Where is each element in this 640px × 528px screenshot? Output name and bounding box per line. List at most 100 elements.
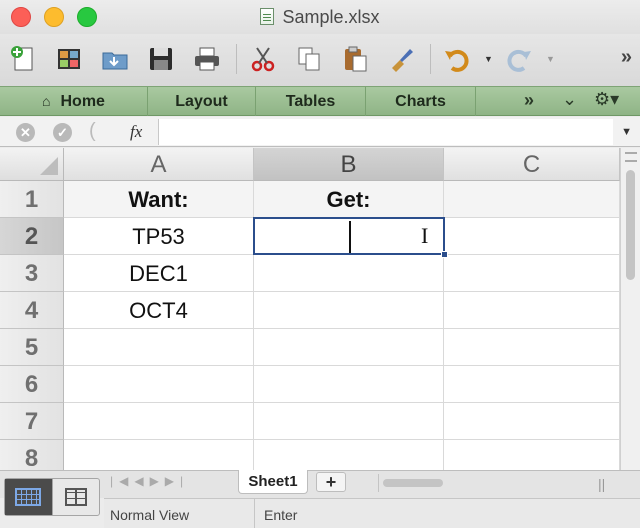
table-row: DEC1 [64, 255, 620, 292]
cell-b7[interactable] [254, 403, 444, 439]
cell-a1[interactable]: Want: [64, 181, 254, 217]
tab-charts[interactable]: Charts [366, 87, 476, 116]
cell-a3[interactable]: DEC1 [64, 255, 254, 291]
normal-view-grid-icon [15, 488, 42, 506]
undo-button[interactable] [440, 42, 474, 76]
table-row: OCT4 [64, 292, 620, 329]
normal-view-button[interactable] [5, 479, 53, 515]
redo-dropdown-caret[interactable]: ▼ [546, 54, 555, 64]
vertical-scrollbar[interactable] [620, 148, 640, 470]
confirm-entry-icon[interactable]: ✓ [53, 123, 72, 142]
tab-home[interactable]: ⌂ Home [0, 87, 148, 116]
save-button[interactable] [144, 42, 178, 76]
row-header-3[interactable]: 3 [0, 255, 64, 292]
cell-b4[interactable] [254, 292, 444, 328]
redo-button[interactable] [502, 42, 536, 76]
cell-c6[interactable] [444, 366, 620, 402]
printer-icon [195, 47, 219, 71]
cell-c5[interactable] [444, 329, 620, 365]
fill-handle[interactable] [441, 251, 448, 258]
new-document-button[interactable] [6, 42, 40, 76]
tab-tables[interactable]: Tables [256, 87, 366, 116]
cell-c8[interactable] [444, 440, 620, 470]
text-cursor-caret [349, 221, 351, 253]
vertical-scroll-thumb[interactable] [626, 170, 635, 280]
ribbon-more-tabs-icon[interactable]: » [524, 90, 534, 111]
column-header-a[interactable]: A [64, 148, 254, 181]
ribbon-collapse-chevron-icon[interactable]: ⌄ [562, 89, 577, 110]
undo-dropdown-caret[interactable]: ▼ [484, 54, 493, 64]
cell-c4[interactable] [444, 292, 620, 328]
paintbrush-icon [392, 49, 413, 72]
sheet-navigation-arrows-icon[interactable]: |◀◀▶▶| [110, 474, 189, 488]
tab-charts-label: Charts [395, 93, 446, 110]
column-header-c[interactable]: C [444, 148, 620, 181]
status-edit-mode: Enter [264, 507, 298, 523]
ribbon-settings-gear-icon[interactable]: ⚙▾ [594, 89, 619, 110]
cell-a8[interactable] [64, 440, 254, 470]
cell-b5[interactable] [254, 329, 444, 365]
formula-bar: ✕ ✓ ( fx ▼ [0, 117, 640, 147]
window-title: Sample.xlsx [0, 7, 640, 28]
window-title-text: Sample.xlsx [282, 7, 380, 27]
cut-button[interactable] [246, 42, 280, 76]
table-row: Want: Get: [64, 181, 620, 218]
row-header-5[interactable]: 5 [0, 329, 64, 366]
split-handle-icon[interactable] [625, 152, 637, 162]
row-header-6[interactable]: 6 [0, 366, 64, 403]
cell-c2[interactable] [444, 218, 620, 254]
tab-layout[interactable]: Layout [148, 87, 256, 116]
formula-expand-chevron-icon[interactable]: ▼ [621, 126, 632, 138]
cell-a4[interactable]: OCT4 [64, 292, 254, 328]
cell-b8[interactable] [254, 440, 444, 470]
standard-toolbar: ▼ ▼ » [0, 34, 640, 86]
ibeam-pointer-icon: I [421, 223, 429, 248]
cancel-entry-icon[interactable]: ✕ [16, 123, 35, 142]
add-sheet-button[interactable]: + [316, 472, 346, 492]
print-button[interactable] [190, 42, 224, 76]
row-header-4[interactable]: 4 [0, 292, 64, 329]
cell-c3[interactable] [444, 255, 620, 291]
tab-layout-label: Layout [175, 93, 228, 110]
scissors-icon [251, 47, 275, 72]
cell-a7[interactable] [64, 403, 254, 439]
insert-function-button[interactable]: fx [130, 122, 142, 142]
cell-b3[interactable] [254, 255, 444, 291]
tab-home-label: Home [60, 93, 105, 110]
cell-b1[interactable]: Get: [254, 181, 444, 217]
toolbar-separator [430, 44, 431, 74]
select-all-corner[interactable] [0, 148, 64, 181]
open-folder-icon [102, 52, 128, 70]
spreadsheet-file-icon [260, 8, 275, 25]
page-layout-view-button[interactable] [53, 479, 100, 515]
cell-c7[interactable] [444, 403, 620, 439]
row-header-8[interactable]: 8 [0, 440, 64, 470]
cell-b6[interactable] [254, 366, 444, 402]
cell-a5[interactable] [64, 329, 254, 365]
row-header-2[interactable]: 2 [0, 218, 64, 255]
active-cell-editor[interactable]: I [253, 217, 448, 258]
view-switcher [4, 478, 100, 516]
copy-button[interactable] [292, 42, 326, 76]
row-header-7[interactable]: 7 [0, 403, 64, 440]
worksheet-grid: A B C 1 Want: Get: 2 TP53 3 DEC1 4 OCT4 … [0, 148, 620, 470]
cell-a6[interactable] [64, 366, 254, 402]
cell-c1[interactable] [444, 181, 620, 217]
row-header-1[interactable]: 1 [0, 181, 64, 218]
column-header-b[interactable]: B [254, 148, 444, 181]
horizontal-scrollbar[interactable] [378, 474, 590, 492]
table-row [64, 440, 620, 470]
sheet-tab-sheet1[interactable]: Sheet1 [238, 470, 308, 494]
cell-a2[interactable]: TP53 [64, 218, 254, 254]
format-painter-button[interactable] [384, 42, 418, 76]
open-button[interactable] [98, 42, 132, 76]
horizontal-split-handle-icon[interactable]: || [598, 476, 605, 492]
horizontal-scroll-thumb[interactable] [383, 479, 443, 487]
table-row [64, 329, 620, 366]
status-bar: Normal View Enter [104, 498, 640, 528]
template-gallery-button[interactable] [52, 42, 86, 76]
paste-button[interactable] [338, 42, 372, 76]
toolbar-overflow-icon[interactable]: » [621, 46, 632, 69]
save-disk-icon [150, 48, 172, 70]
formula-input[interactable] [158, 119, 613, 145]
